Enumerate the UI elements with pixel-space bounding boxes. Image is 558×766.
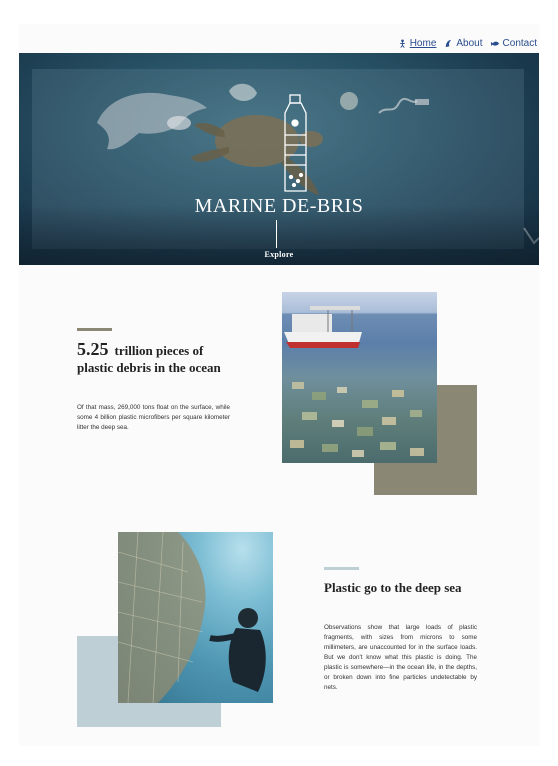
plastic-blob	[340, 92, 358, 110]
turtle-flipper-front	[194, 123, 225, 137]
boat-cabin	[292, 314, 332, 332]
nav-about-link[interactable]: About	[444, 38, 483, 49]
section2-accent-bar	[324, 567, 359, 570]
boat-debris-photo	[282, 292, 437, 463]
deep-sea-diver-photo	[118, 532, 273, 703]
stat-heading: 5.25 trillion pieces of plastic debris i…	[77, 339, 221, 375]
nav-home-label: Home	[409, 38, 437, 49]
manta-ray-belly	[167, 116, 191, 130]
hero-divider-line	[276, 220, 277, 248]
section1-accent-bar	[77, 328, 112, 331]
stat-text-line1: trillion pieces of	[114, 343, 204, 358]
deep-sea-illustration	[118, 532, 266, 703]
nav-contact-label: Contact	[502, 38, 537, 49]
explore-link[interactable]: Explore	[0, 250, 558, 259]
floating-debris	[290, 382, 424, 457]
diver-arm	[209, 633, 237, 642]
stat-number: 5.25	[77, 339, 109, 359]
hero-title: MARINE DE-BRIS	[194, 195, 364, 217]
nav-contact-link[interactable]: Contact	[490, 38, 537, 49]
fish-icon	[490, 41, 499, 47]
nav-home-link[interactable]: Home	[398, 38, 437, 49]
stat-text-line2: plastic debris in the ocean	[77, 360, 221, 375]
diver-head	[238, 608, 258, 628]
nav-about-label: About	[456, 38, 483, 49]
section1-paragraph: Of that mass, 269,000 tons float on the …	[77, 404, 230, 431]
turtle-flipper	[191, 147, 229, 162]
plastic-fragment	[415, 99, 429, 105]
plastic-bag	[229, 83, 257, 101]
wave-icon	[446, 39, 452, 48]
boat-debris-illustration	[284, 306, 424, 457]
boat-stripe	[286, 342, 360, 348]
top-nav: Home About Contact	[398, 38, 537, 49]
boat-roof	[310, 306, 360, 310]
diver-icon	[399, 39, 405, 48]
plastic-strand	[378, 98, 418, 114]
hero-banner	[19, 53, 539, 265]
section2-heading: Plastic go to the deep sea	[324, 580, 462, 595]
section2-paragraph: Observations show that large loads of pl…	[324, 624, 477, 691]
